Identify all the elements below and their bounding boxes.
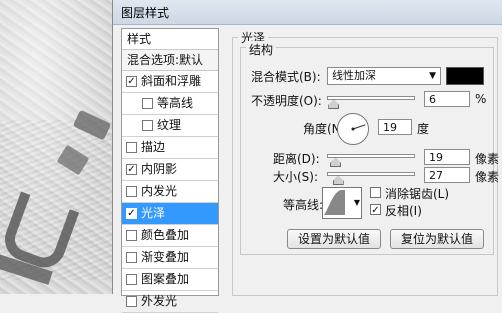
size-unit: 像素 <box>475 170 500 184</box>
distance-input[interactable]: 19 <box>424 149 470 165</box>
style-checkbox[interactable]: ✓ <box>126 76 137 87</box>
style-checkbox[interactable] <box>126 142 137 153</box>
contour-curve <box>324 190 345 215</box>
antialias-label: 消除锯齿(L) <box>385 187 450 201</box>
style-checkbox[interactable]: ✓ <box>126 164 137 175</box>
angle-input[interactable]: 19 <box>378 119 412 135</box>
style-item-label: 图案叠加 <box>141 272 190 286</box>
blend-mode-label: 混合模式(B): <box>251 70 321 84</box>
style-checkbox[interactable] <box>126 296 137 307</box>
style-item-label: 颜色叠加 <box>141 228 190 242</box>
canvas-preview <box>0 0 124 294</box>
style-item[interactable]: 描边 <box>122 137 218 159</box>
distance-unit: 像素 <box>475 152 500 166</box>
style-item[interactable]: ✓ 内阴影 <box>122 159 218 181</box>
style-item[interactable]: 等高线 <box>122 93 218 115</box>
blending-options-item[interactable]: 混合选项:默认 <box>122 50 218 71</box>
dialog-title: 图层样式 <box>121 6 170 20</box>
set-default-button[interactable]: 设置为默认值 <box>287 229 381 249</box>
opacity-label: 不透明度(O): <box>251 94 322 108</box>
style-checkbox[interactable] <box>126 252 137 263</box>
structure-group-title: 结构 <box>246 41 277 58</box>
style-item-label: 内阴影 <box>141 162 178 176</box>
size-slider[interactable] <box>327 172 415 176</box>
distance-slider[interactable] <box>327 154 415 158</box>
invert-label: 反相(I) <box>385 204 422 218</box>
style-checkbox[interactable] <box>142 98 153 109</box>
opacity-unit: % <box>475 92 487 106</box>
style-item[interactable]: 纹理 <box>122 115 218 137</box>
style-item-label: 光泽 <box>141 206 166 220</box>
opacity-input[interactable]: 6 <box>424 91 470 107</box>
style-item[interactable]: ✓ 斜面和浮雕 <box>122 71 218 93</box>
blend-mode-value: 线性加深 <box>332 69 376 82</box>
chevron-down-icon: ▼ <box>429 71 436 81</box>
reset-default-button[interactable]: 复位为默认值 <box>390 229 484 249</box>
style-item-label: 外发光 <box>141 294 178 308</box>
style-item-label: 渐变叠加 <box>141 250 190 264</box>
style-checkbox[interactable]: ✓ <box>126 208 137 219</box>
layer-style-dialog: 图层样式 样式 混合选项:默认 ✓ 斜面和浮雕等高线纹理描边 ✓ 内阴影内发光 ✓ 光泽颜… <box>112 0 502 313</box>
style-checkbox[interactable] <box>126 186 137 197</box>
opacity-slider[interactable] <box>327 96 415 100</box>
styles-header[interactable]: 样式 <box>122 29 218 50</box>
blend-color-swatch[interactable] <box>446 67 484 85</box>
style-item-label: 等高线 <box>157 96 194 110</box>
angle-unit: 度 <box>417 122 430 136</box>
style-item[interactable]: 渐变叠加 <box>122 247 218 269</box>
style-item[interactable]: 内发光 <box>122 181 218 203</box>
style-item-label: 描边 <box>141 140 166 154</box>
contour-label: 等高线: <box>283 198 324 212</box>
style-item[interactable]: ✓ 光泽 <box>122 203 218 225</box>
style-item[interactable]: 图案叠加 <box>122 269 218 291</box>
style-list: 样式 混合选项:默认 ✓ 斜面和浮雕等高线纹理描边 ✓ 内阴影内发光 ✓ 光泽颜色叠加渐变… <box>121 28 219 313</box>
contour-picker[interactable]: ▼ <box>322 187 362 219</box>
chevron-down-icon: ▼ <box>353 198 360 207</box>
style-item-label: 斜面和浮雕 <box>141 74 202 88</box>
style-item-label: 内发光 <box>141 184 178 198</box>
style-item[interactable]: 外发光 <box>122 291 218 313</box>
style-checkbox[interactable] <box>142 120 153 131</box>
blend-mode-select[interactable]: 线性加深 ▼ <box>327 67 441 85</box>
distance-label: 距离(D): <box>273 152 320 166</box>
style-checkbox[interactable] <box>126 274 137 285</box>
title-bar[interactable]: 图层样式 <box>113 0 502 25</box>
size-label: 大小(S): <box>273 170 319 184</box>
style-item-label: 纹理 <box>157 118 182 132</box>
invert-checkbox[interactable]: ✓ <box>370 204 381 216</box>
angle-dial-needle <box>351 124 366 131</box>
antialias-checkbox[interactable] <box>370 187 381 198</box>
style-item[interactable]: 颜色叠加 <box>122 225 218 247</box>
style-checkbox[interactable] <box>126 230 137 241</box>
angle-dial[interactable] <box>337 113 369 145</box>
size-input[interactable]: 27 <box>424 167 470 183</box>
